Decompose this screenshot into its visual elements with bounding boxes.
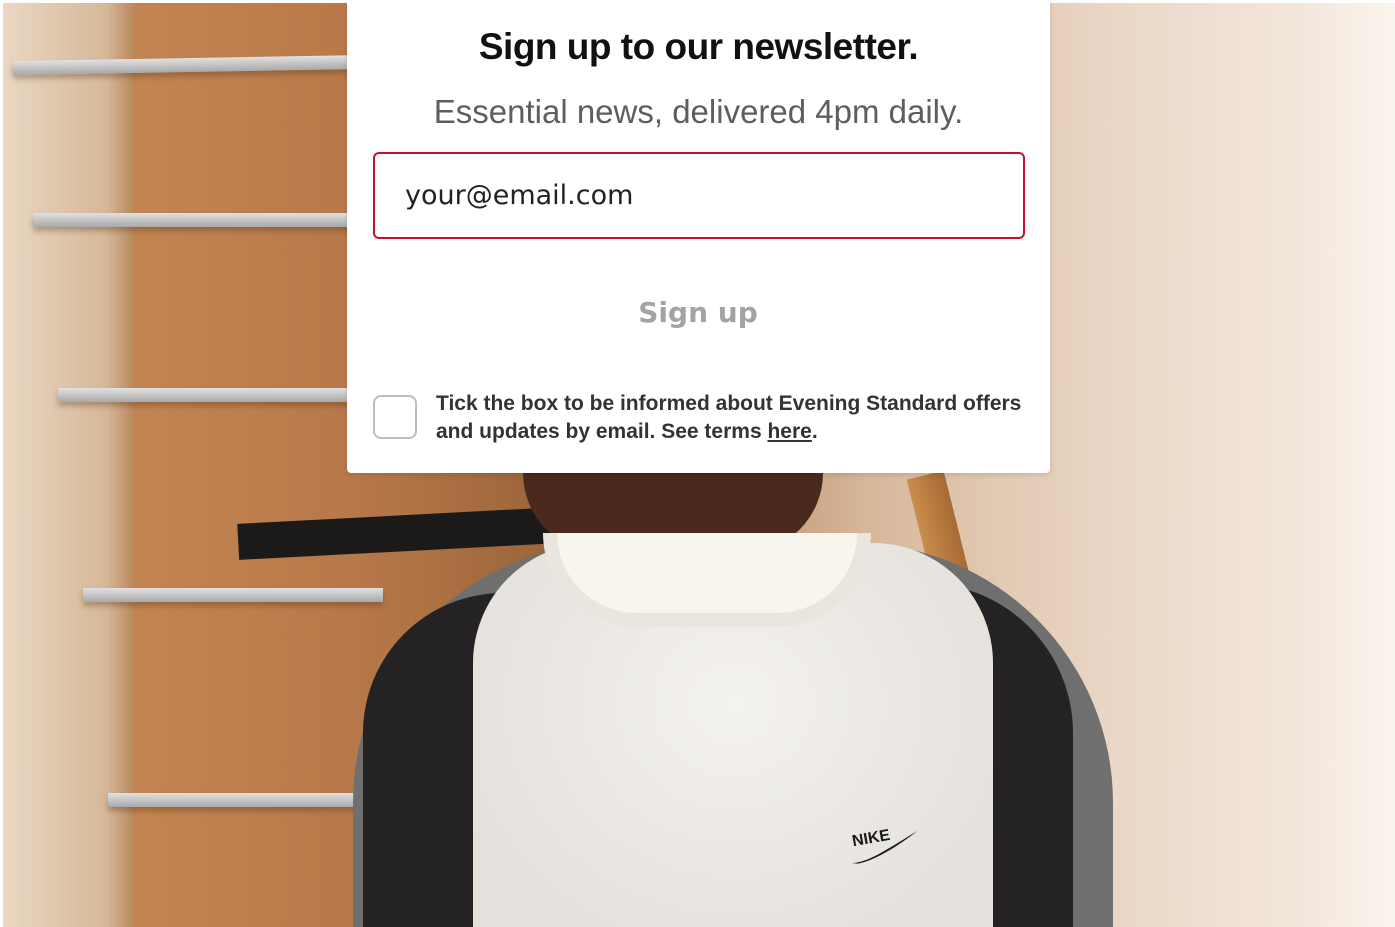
email-input[interactable] (405, 154, 1005, 237)
consent-checkbox[interactable] (373, 395, 417, 439)
photo-collar (543, 533, 871, 627)
consent-suffix: . (811, 420, 818, 443)
consent-label: Tick the box to be informed about Evenin… (436, 390, 1026, 446)
photo-wall-left (3, 3, 133, 927)
photo-stair-edge (33, 213, 363, 227)
page: NIKE Sign up to our newsletter. Essentia… (0, 0, 1395, 927)
email-field (373, 152, 1025, 239)
newsletter-modal: Sign up to our newsletter. Essential new… (347, 0, 1050, 473)
photo-person: NIKE (323, 473, 1143, 927)
photo-stair-edge (58, 388, 368, 402)
terms-link[interactable]: here (767, 420, 811, 443)
consent-text: Tick the box to be informed about Evenin… (436, 392, 1022, 443)
newsletter-title: Sign up to our newsletter. (478, 26, 919, 67)
print-text: NIKE (851, 827, 892, 850)
newsletter-subtitle: Essential news, delivered 4pm daily. (433, 93, 964, 130)
sign-up-button[interactable]: Sign up (598, 284, 798, 340)
